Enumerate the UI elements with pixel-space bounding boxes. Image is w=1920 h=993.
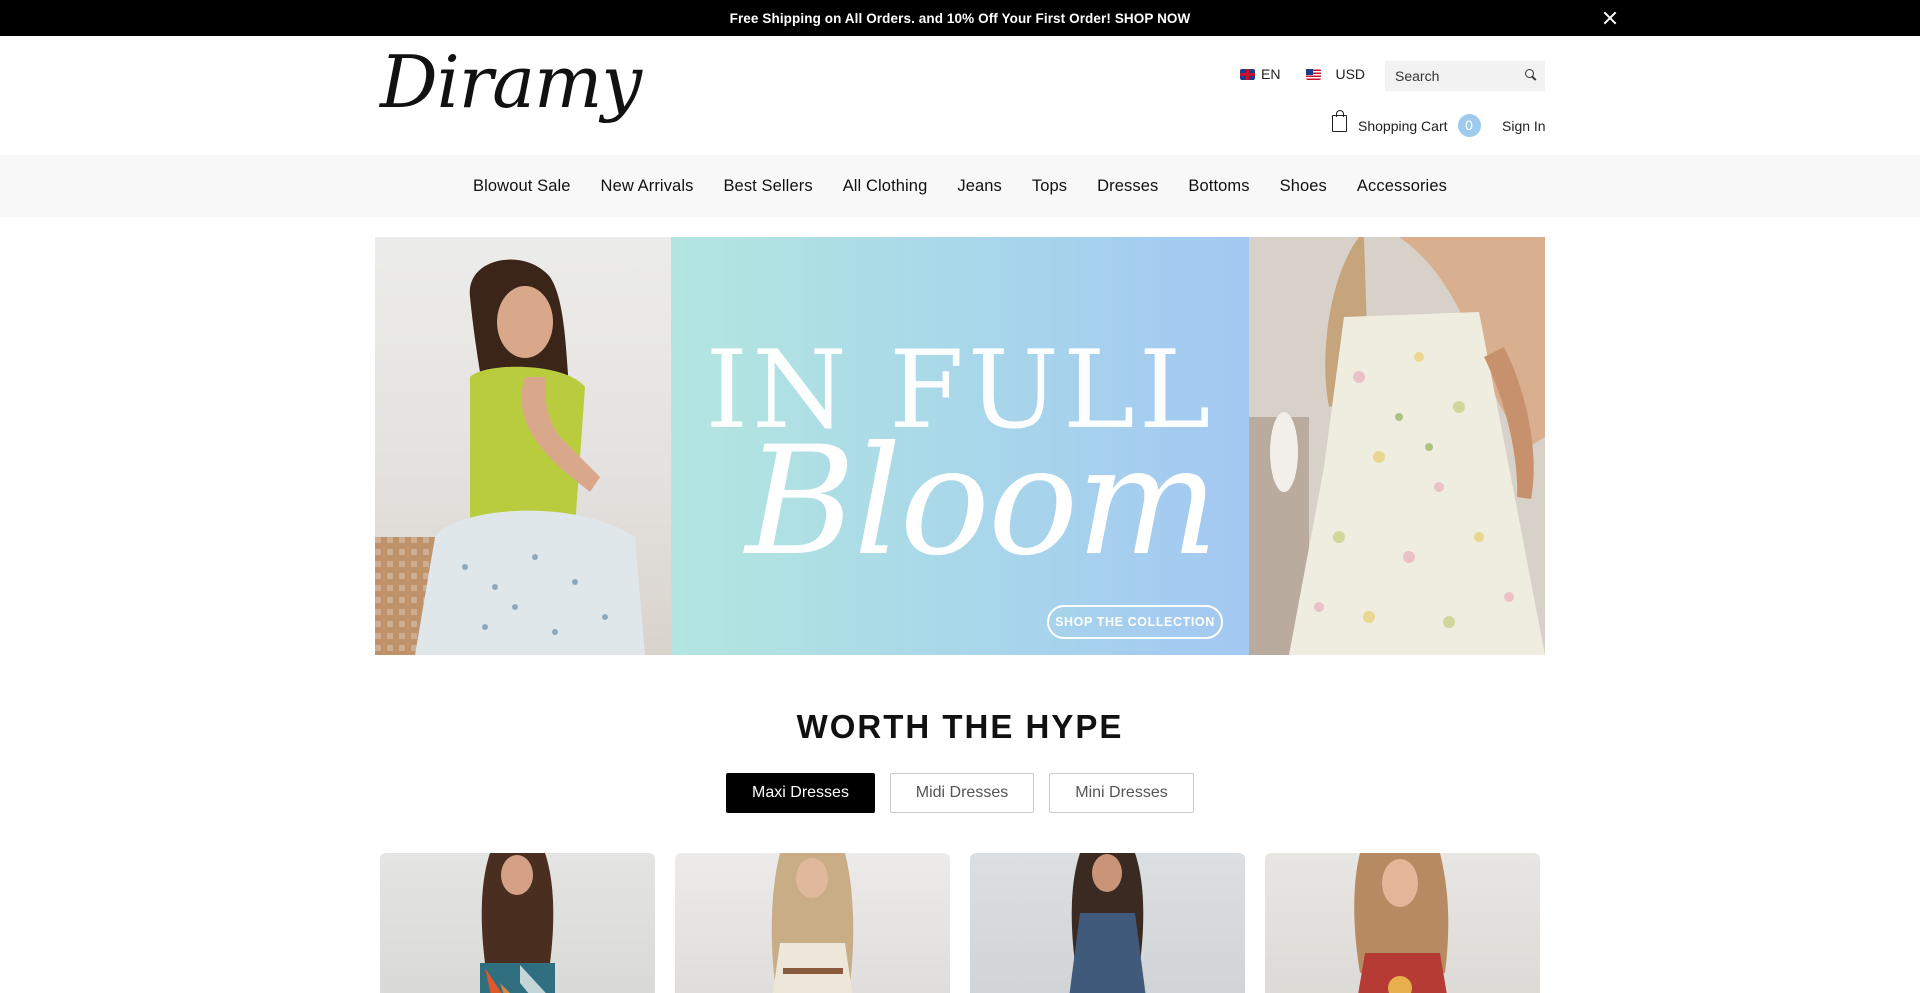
cart-count-badge: 0 bbox=[1457, 114, 1481, 137]
product-image bbox=[480, 853, 555, 993]
nav-item-all-clothing[interactable]: All Clothing bbox=[843, 177, 928, 196]
nav-item-dresses[interactable]: Dresses bbox=[1097, 177, 1158, 196]
product-grid bbox=[380, 853, 1540, 993]
tab-maxi-dresses[interactable]: Maxi Dresses bbox=[726, 773, 875, 813]
site-header: Diramy EN USD Shopping Cart 0 Sign In bbox=[0, 36, 1920, 155]
search-input[interactable] bbox=[1385, 61, 1515, 91]
currency-label: USD bbox=[1335, 66, 1366, 82]
nav-item-tops[interactable]: Tops bbox=[1032, 177, 1067, 196]
nav-item-blowout-sale[interactable]: Blowout Sale bbox=[473, 177, 571, 196]
language-selector[interactable]: EN bbox=[1240, 66, 1280, 82]
shopping-bag-icon bbox=[1332, 110, 1347, 132]
nav-item-shoes[interactable]: Shoes bbox=[1280, 177, 1327, 196]
hero-promo-panel[interactable]: IN FULL Bloom SHOP THE COLLECTION bbox=[671, 237, 1249, 655]
search-icon[interactable] bbox=[1525, 69, 1536, 80]
hero-script-title: Bloom bbox=[745, 415, 1218, 589]
announcement-text[interactable]: Free Shipping on All Orders. and 10% Off… bbox=[730, 11, 1191, 26]
section-title: WORTH THE HYPE bbox=[796, 708, 1124, 745]
search-box bbox=[1385, 61, 1545, 91]
tab-mini-dresses[interactable]: Mini Dresses bbox=[1049, 773, 1194, 813]
nav-item-bottoms[interactable]: Bottoms bbox=[1188, 177, 1249, 196]
hero-model-image-right bbox=[1249, 237, 1545, 655]
product-image bbox=[771, 853, 854, 993]
nav-item-best-sellers[interactable]: Best Sellers bbox=[723, 177, 812, 196]
product-card[interactable] bbox=[380, 853, 655, 993]
sign-in-link[interactable]: Sign In bbox=[1502, 118, 1546, 134]
category-tabs: Maxi Dresses Midi Dresses Mini Dresses bbox=[726, 773, 1194, 813]
main-nav: Blowout Sale New Arrivals Best Sellers A… bbox=[0, 155, 1920, 217]
announcement-bar: Free Shipping on All Orders. and 10% Off… bbox=[0, 0, 1920, 36]
product-card[interactable] bbox=[1265, 853, 1540, 993]
tab-midi-dresses[interactable]: Midi Dresses bbox=[890, 773, 1034, 813]
product-image bbox=[1069, 853, 1146, 993]
shop-collection-button[interactable]: SHOP THE COLLECTION bbox=[1047, 605, 1223, 639]
product-image bbox=[1354, 853, 1449, 993]
nav-item-new-arrivals[interactable]: New Arrivals bbox=[601, 177, 694, 196]
currency-selector[interactable]: USD bbox=[1306, 66, 1365, 82]
nav-item-accessories[interactable]: Accessories bbox=[1357, 177, 1447, 196]
model-illustration-right bbox=[1249, 237, 1545, 655]
site-logo[interactable]: Diramy bbox=[380, 46, 642, 118]
nav-item-jeans[interactable]: Jeans bbox=[957, 177, 1002, 196]
us-flag-icon bbox=[1306, 68, 1322, 80]
shopping-cart-link[interactable]: Shopping Cart 0 bbox=[1332, 110, 1481, 137]
close-icon[interactable] bbox=[1600, 8, 1620, 28]
locale-selector: EN USD bbox=[1240, 66, 1365, 82]
product-card[interactable] bbox=[970, 853, 1245, 993]
uk-flag-icon bbox=[1240, 68, 1255, 80]
product-card[interactable] bbox=[675, 853, 950, 993]
language-label: EN bbox=[1261, 66, 1281, 82]
hero-banner[interactable]: IN FULL Bloom SHOP THE COLLECTION bbox=[375, 237, 1545, 655]
model-illustration-left bbox=[375, 259, 645, 655]
hero-model-image-left bbox=[375, 237, 671, 655]
cart-label: Shopping Cart bbox=[1358, 117, 1448, 134]
